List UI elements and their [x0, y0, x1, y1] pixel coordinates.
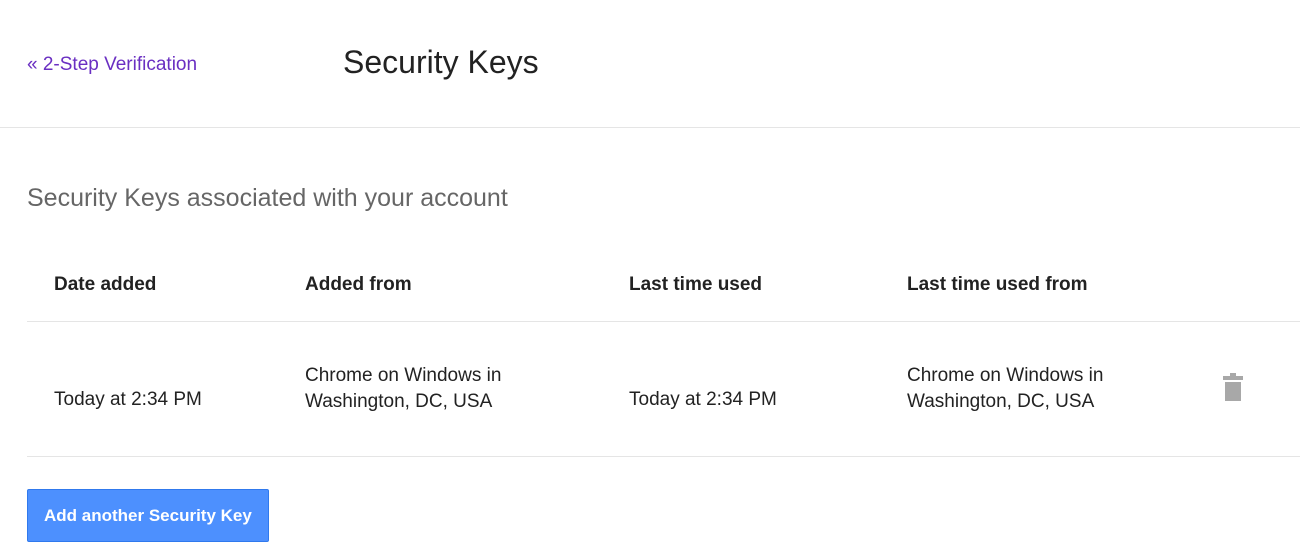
- section-heading: Security Keys associated with your accou…: [27, 184, 508, 212]
- column-header-last-time-used: Last time used: [629, 248, 907, 322]
- column-header-actions: [1223, 248, 1300, 322]
- date-added-text: Today at 2:34 PM: [54, 389, 202, 410]
- cell-added-from: Chrome on Windows in Washington, DC, USA: [305, 321, 629, 457]
- page-header: « 2-Step Verification Security Keys: [0, 0, 1300, 128]
- cell-date-added: Today at 2:34 PM: [27, 321, 305, 457]
- security-keys-table: Date added Added from Last time used Las…: [27, 248, 1300, 457]
- table-row: Today at 2:34 PM Chrome on Windows in Wa…: [27, 321, 1300, 457]
- last-time-used-text: Today at 2:34 PM: [629, 389, 777, 410]
- page-title: Security Keys: [343, 44, 539, 80]
- column-header-date-added: Date added: [27, 248, 305, 322]
- add-another-security-key-button[interactable]: Add another Security Key: [27, 489, 269, 542]
- column-header-added-from: Added from: [305, 248, 629, 322]
- last-used-from-line-2: Washington, DC, USA: [907, 391, 1095, 412]
- trash-icon[interactable]: [1223, 373, 1243, 401]
- last-used-from-line-1: Chrome on Windows in: [907, 365, 1104, 386]
- back-to-2-step-verification-link[interactable]: « 2-Step Verification: [27, 54, 197, 76]
- added-from-line-1: Chrome on Windows in: [305, 365, 502, 386]
- cell-actions: [1223, 321, 1300, 457]
- added-from-line-2: Washington, DC, USA: [305, 391, 493, 412]
- column-header-last-time-used-from: Last time used from: [907, 248, 1223, 322]
- cell-last-time-used: Today at 2:34 PM: [629, 321, 907, 457]
- table-header-row: Date added Added from Last time used Las…: [27, 248, 1300, 322]
- trash-icon-graphic: [1223, 373, 1243, 401]
- cell-last-time-used-from: Chrome on Windows in Washington, DC, USA: [907, 321, 1223, 457]
